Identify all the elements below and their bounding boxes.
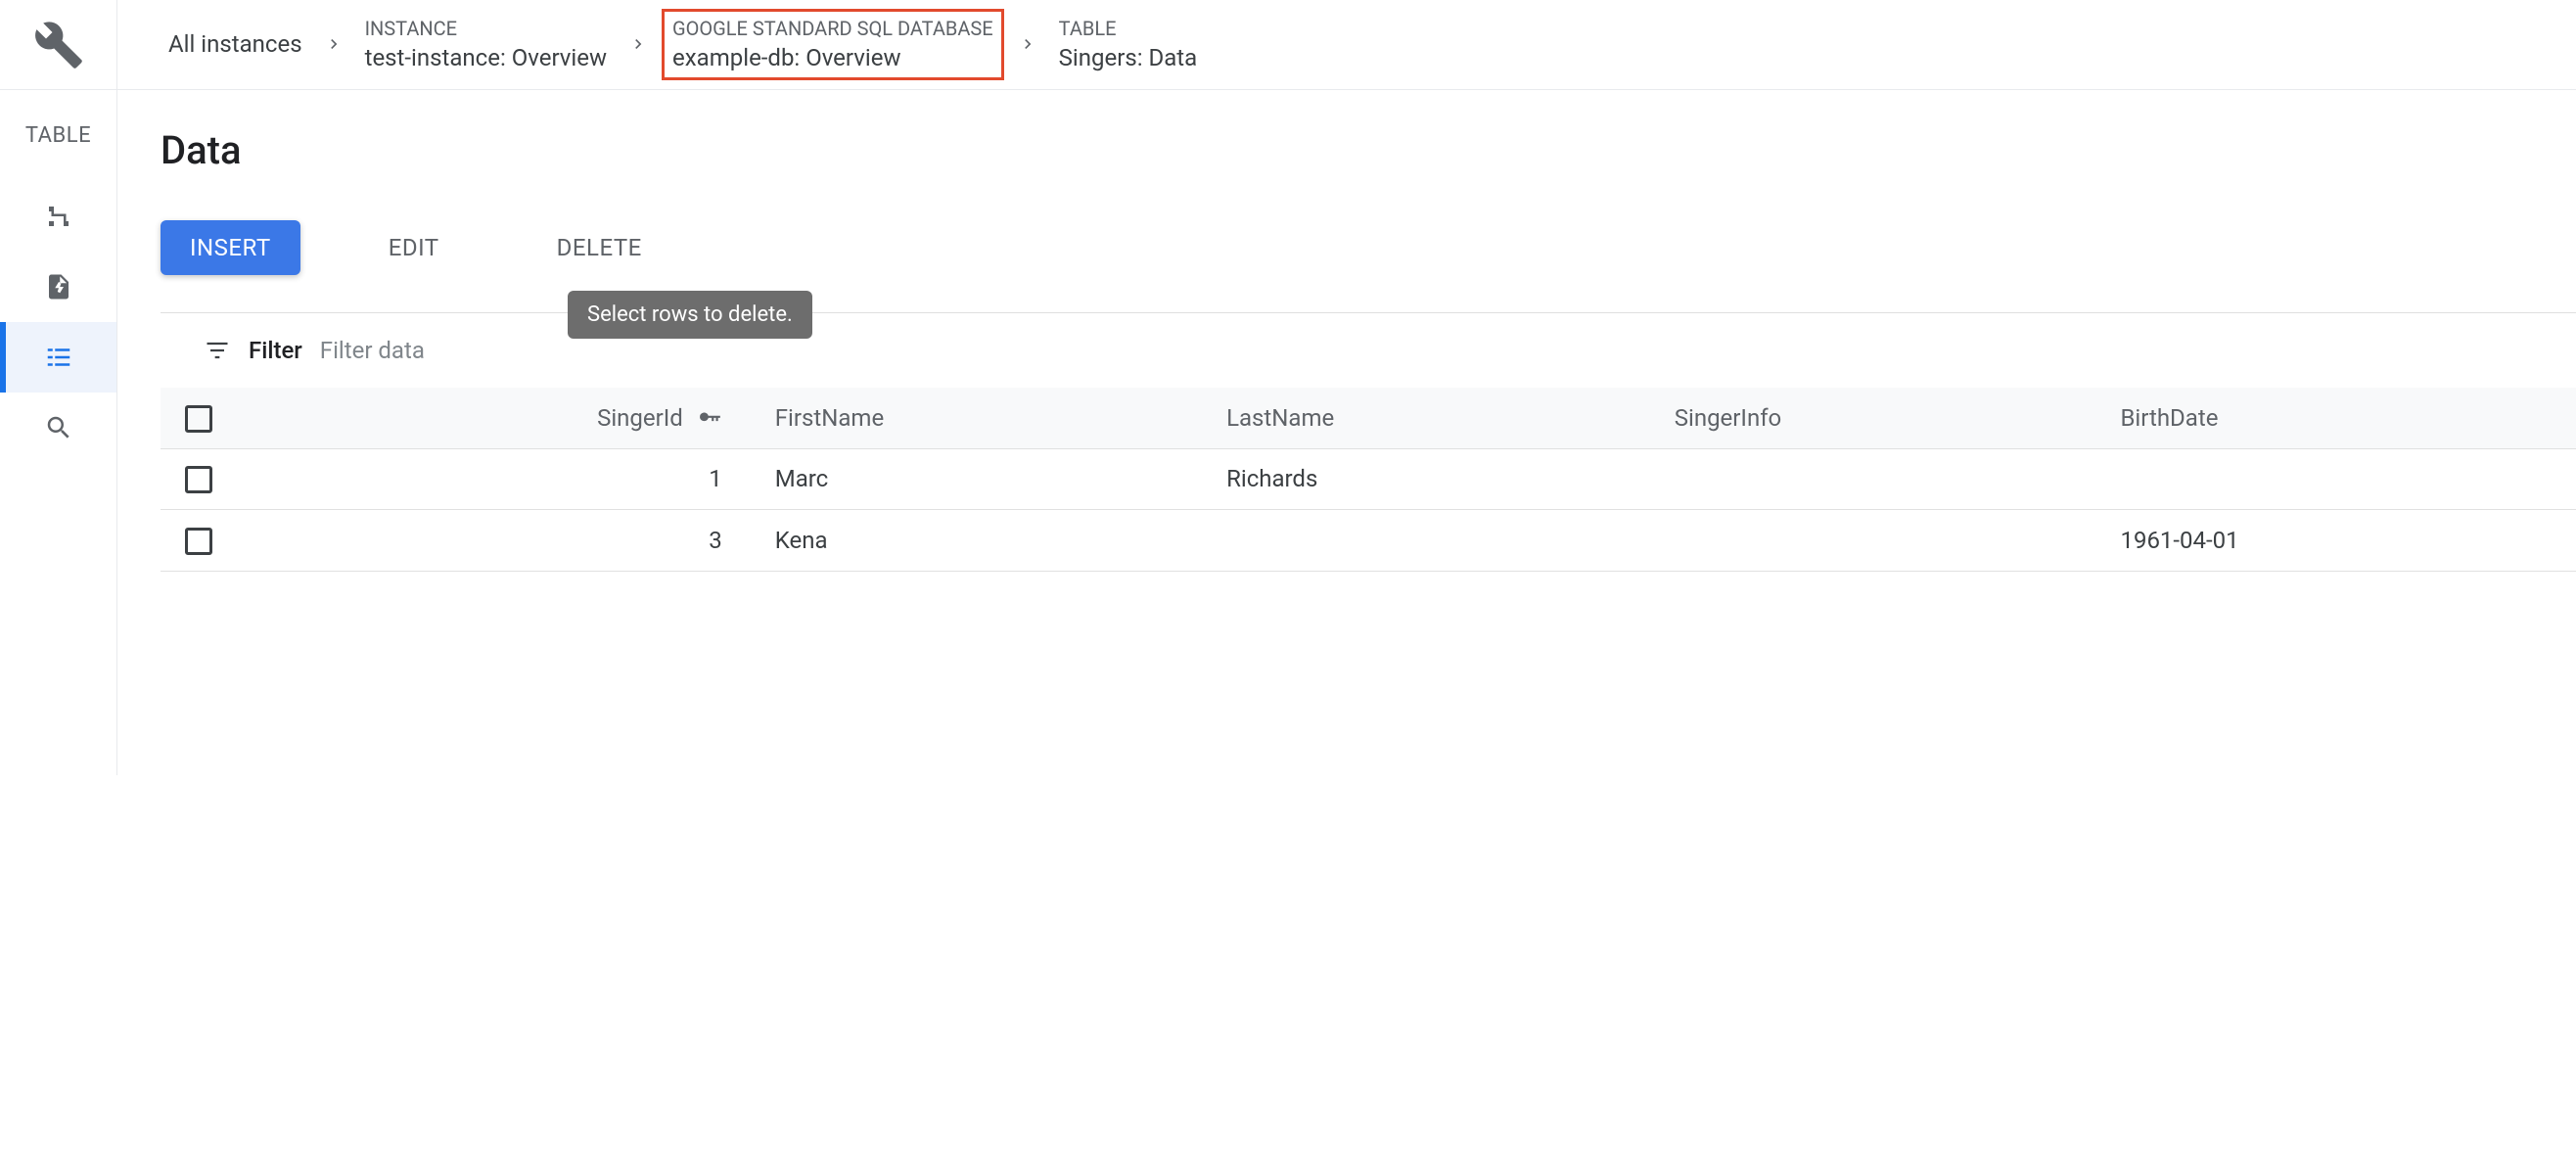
- sidebar: TABLE: [0, 90, 117, 775]
- sidebar-item-details[interactable]: [0, 252, 116, 322]
- breadcrumb-instance-type: INSTANCE: [365, 16, 607, 42]
- breadcrumb-table[interactable]: TABLE Singers: Data: [1051, 12, 1206, 77]
- edit-button[interactable]: EDIT: [359, 220, 469, 275]
- data-table: SingerId FirstName LastName SingerInfo B…: [161, 388, 2576, 572]
- cell-lastname: [1203, 510, 1651, 572]
- cell-singerinfo: [1651, 448, 2097, 510]
- cell-birthdate: [2096, 448, 2576, 510]
- cell-firstname: Kena: [752, 510, 1203, 572]
- top-bar: All instances INSTANCE test-instance: Ov…: [0, 0, 2576, 90]
- row-checkbox[interactable]: [185, 466, 212, 493]
- filter-input[interactable]: [320, 337, 2533, 364]
- column-header-birthdate[interactable]: BirthDate: [2096, 388, 2576, 448]
- product-logo[interactable]: [0, 0, 117, 89]
- cell-birthdate: 1961-04-01: [2096, 510, 2576, 572]
- sidebar-item-search[interactable]: [0, 393, 116, 463]
- insert-button[interactable]: INSERT: [161, 220, 300, 275]
- row-checkbox[interactable]: [185, 528, 212, 555]
- document-bolt-icon: [44, 272, 73, 301]
- select-all-header[interactable]: [161, 388, 237, 448]
- chevron-right-icon: [1018, 34, 1037, 54]
- filter-icon: [204, 337, 231, 364]
- breadcrumb-database-type: GOOGLE STANDARD SQL DATABASE: [672, 16, 993, 42]
- chevron-right-icon: [324, 34, 344, 54]
- main-content: Data INSERT EDIT DELETE Select rows to d…: [117, 90, 2576, 775]
- action-bar: INSERT EDIT DELETE Select rows to delete…: [117, 220, 2576, 275]
- filter-bar: Filter: [117, 313, 2576, 388]
- chevron-right-icon: [628, 34, 648, 54]
- breadcrumb: All instances INSTANCE test-instance: Ov…: [117, 9, 1205, 80]
- column-header-label: SingerId: [597, 404, 683, 432]
- breadcrumb-table-name: Singers: Data: [1059, 42, 1198, 73]
- breadcrumb-instance-name: test-instance: Overview: [365, 42, 607, 73]
- sidebar-item-schema[interactable]: [0, 181, 116, 252]
- column-header-firstname[interactable]: FirstName: [752, 388, 1203, 448]
- breadcrumb-database-name: example-db: Overview: [672, 42, 993, 73]
- table-header-row: SingerId FirstName LastName SingerInfo B…: [161, 388, 2576, 448]
- cell-singerid: 1: [237, 448, 752, 510]
- cell-singerid: 3: [237, 510, 752, 572]
- breadcrumb-database[interactable]: GOOGLE STANDARD SQL DATABASE example-db:…: [662, 9, 1004, 80]
- delete-button[interactable]: DELETE: [528, 220, 671, 275]
- data-rows-icon: [44, 343, 73, 372]
- checkbox-icon: [185, 405, 212, 433]
- cell-singerinfo: [1651, 510, 2097, 572]
- sidebar-title: TABLE: [25, 123, 91, 148]
- delete-tooltip: Select rows to delete.: [568, 291, 812, 339]
- column-header-singerid[interactable]: SingerId: [237, 388, 752, 448]
- table-row[interactable]: 3 Kena 1961-04-01: [161, 510, 2576, 572]
- primary-key-icon: [697, 406, 722, 432]
- sidebar-item-data[interactable]: [0, 322, 116, 393]
- spanner-icon: [33, 20, 84, 70]
- schema-icon: [44, 202, 73, 231]
- page-title: Data: [117, 127, 2576, 173]
- breadcrumb-table-type: TABLE: [1059, 16, 1198, 42]
- search-icon: [44, 413, 73, 442]
- table-row[interactable]: 1 Marc Richards: [161, 448, 2576, 510]
- breadcrumb-instance[interactable]: INSTANCE test-instance: Overview: [357, 12, 615, 77]
- breadcrumb-root[interactable]: All instances: [161, 24, 310, 64]
- cell-lastname: Richards: [1203, 448, 1651, 510]
- breadcrumb-root-label: All instances: [168, 28, 302, 60]
- filter-label: Filter: [249, 337, 302, 364]
- column-header-singerinfo[interactable]: SingerInfo: [1651, 388, 2097, 448]
- column-header-lastname[interactable]: LastName: [1203, 388, 1651, 448]
- cell-firstname: Marc: [752, 448, 1203, 510]
